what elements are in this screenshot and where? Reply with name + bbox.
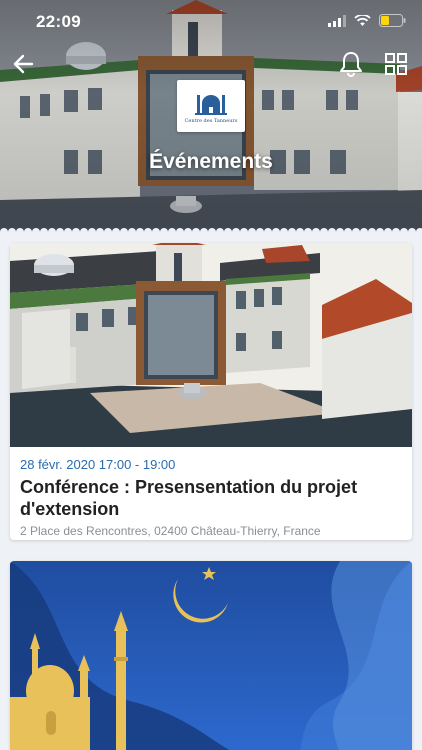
back-arrow-icon[interactable] [10,52,38,76]
status-bar: 22:09 [0,0,422,44]
ramadan-night-image [10,561,412,750]
logo-text: Centre des Tanneurs [184,117,238,124]
mosque-logo-icon [195,94,227,115]
event-card[interactable] [10,561,412,750]
header-hero: 22:09 Centre des Tanneurs Événements [0,0,422,232]
bell-icon[interactable] [338,50,364,78]
event-details: 28 févr. 2020 17:00 - 19:00 Conférence :… [10,447,412,538]
page-title: Événements [149,150,273,173]
status-icons [328,14,406,27]
status-time: 22:09 [36,12,81,31]
header-scallop-edge [0,226,422,236]
battery-icon [379,14,406,27]
event-address: 2 Place des Rencontres, 02400 Château-Th… [20,524,321,538]
events-screen: 22:09 Centre des Tanneurs Événements 28 … [0,0,422,750]
signal-icon [328,14,346,27]
building-render-image [10,243,412,447]
grid-icon[interactable] [384,52,408,76]
event-title[interactable]: Conférence : Presensentation du projet d… [20,476,402,520]
event-date: 28 févr. 2020 17:00 - 19:00 [20,457,176,472]
wifi-icon [354,14,371,26]
event-card[interactable]: 28 févr. 2020 17:00 - 19:00 Conférence :… [10,243,412,540]
organization-logo: Centre des Tanneurs [177,80,245,132]
event-image [10,243,412,447]
